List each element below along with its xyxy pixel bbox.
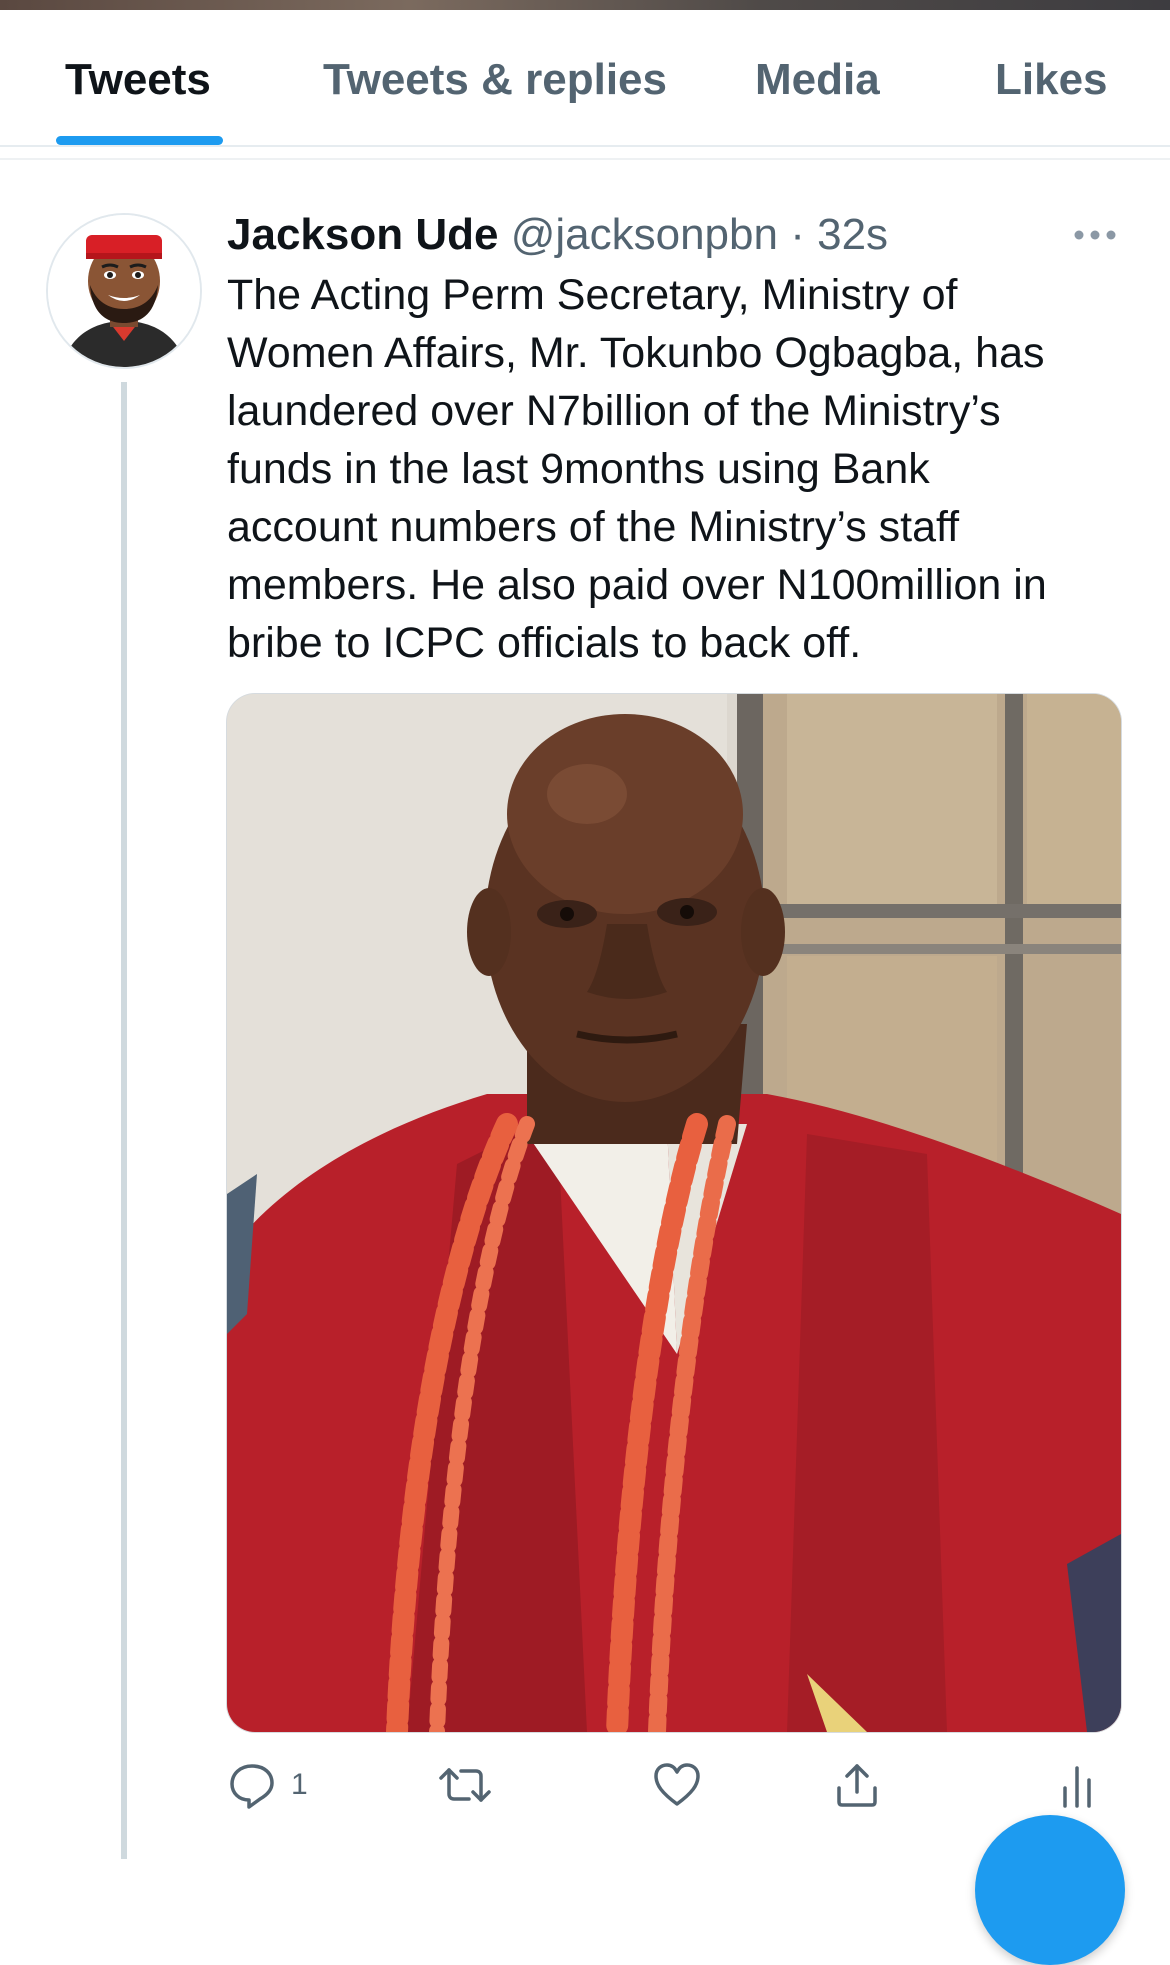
author-name[interactable]: Jackson Ude [227,210,498,259]
photo-of-man-in-red-attire-icon [227,694,1121,1732]
retweet-button[interactable] [437,1755,493,1815]
avatar[interactable] [48,215,200,367]
compose-tweet-button[interactable] [975,1815,1125,1965]
analytics-button[interactable] [1057,1755,1097,1815]
reply-button[interactable]: 1 [227,1755,308,1815]
active-tab-indicator [56,136,223,145]
timeline-divider [0,158,1170,160]
tweet-media[interactable] [227,694,1121,1732]
share-icon [837,1764,877,1807]
reply-count: 1 [291,1768,308,1801]
tabs-divider [0,145,1170,147]
retweet-icon [439,1768,491,1802]
share-button[interactable] [832,1755,882,1815]
tab-media[interactable]: Media [755,55,880,105]
tweet-timestamp[interactable]: 32s [817,210,888,259]
reply-icon [230,1764,274,1809]
heart-icon [654,1763,700,1806]
tab-tweets-and-replies[interactable]: Tweets & replies [323,55,667,105]
tweet-text: The Acting Perm Secretary, Ministry of W… [227,271,1047,667]
status-strip [0,0,1170,10]
tab-tweets[interactable]: Tweets [65,55,211,105]
cartoon-avatar-icon [48,215,200,367]
tweet-actions: 1 [227,1755,1127,1815]
like-button[interactable] [652,1755,702,1815]
author-handle[interactable]: @jacksonpbn [511,210,778,259]
thread-line [121,382,127,1859]
more-options-icon[interactable] [1070,220,1120,250]
profile-tabs: Tweets Tweets & replies Media Likes [0,10,1170,145]
tab-likes[interactable]: Likes [995,55,1108,105]
analytics-icon [1063,1766,1091,1808]
header-separator: · [790,210,805,259]
tweet-header: Jackson Ude @jacksonpbn · 32s [227,208,888,262]
